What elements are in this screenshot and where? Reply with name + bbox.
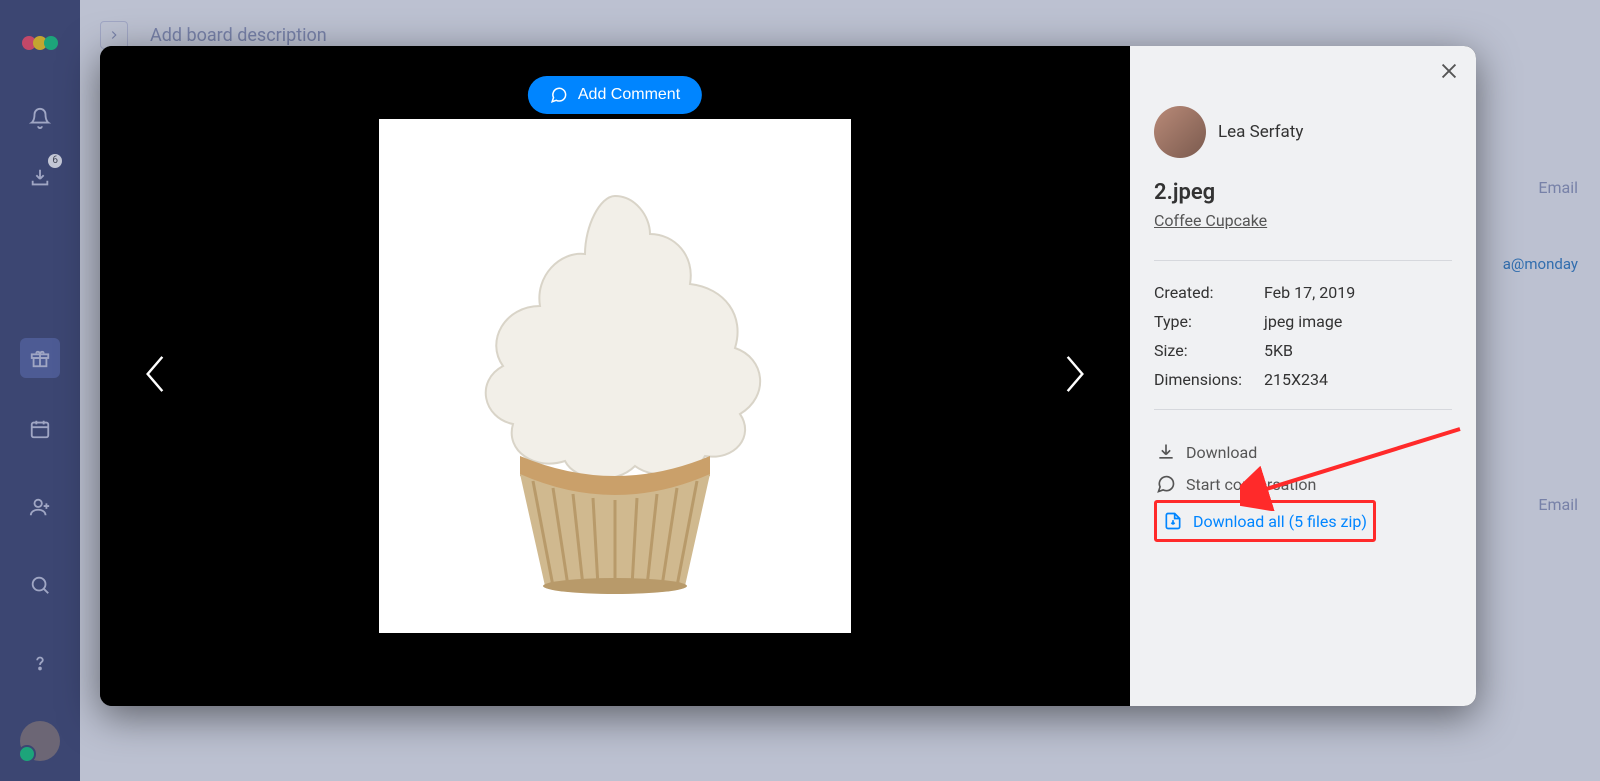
download-all-action[interactable]: Download all (5 files zip) bbox=[1161, 505, 1369, 537]
start-conversation-label: Start conversation bbox=[1186, 475, 1316, 494]
add-comment-button[interactable]: Add Comment bbox=[528, 76, 702, 114]
download-label: Download bbox=[1186, 443, 1257, 462]
chevron-right-icon bbox=[1060, 352, 1090, 396]
file-name: 2.jpeg bbox=[1154, 180, 1452, 205]
close-button[interactable] bbox=[1438, 60, 1460, 86]
inbox-badge: 6 bbox=[48, 154, 62, 168]
uploader-name: Lea Serfaty bbox=[1218, 122, 1303, 142]
start-conversation-action[interactable]: Start conversation bbox=[1154, 468, 1452, 500]
preview-area: Add Comment bbox=[100, 46, 1130, 706]
chevron-left-icon bbox=[140, 352, 170, 396]
next-button[interactable] bbox=[1060, 352, 1090, 400]
help-icon[interactable] bbox=[20, 643, 60, 683]
download-action[interactable]: Download bbox=[1154, 436, 1452, 468]
conversation-icon bbox=[1156, 474, 1176, 494]
divider bbox=[1154, 409, 1452, 410]
uploader-avatar[interactable] bbox=[1154, 106, 1206, 158]
add-comment-label: Add Comment bbox=[578, 86, 680, 104]
calendar-icon[interactable] bbox=[20, 409, 60, 449]
file-download-icon bbox=[1163, 511, 1183, 531]
comment-icon bbox=[550, 86, 568, 104]
notifications-icon[interactable] bbox=[20, 98, 60, 138]
annotation-highlight: Download all (5 files zip) bbox=[1154, 500, 1376, 542]
meta-created-value: Feb 17, 2019 bbox=[1264, 283, 1452, 302]
file-item-link[interactable]: Coffee Cupcake bbox=[1154, 211, 1267, 230]
gift-icon[interactable] bbox=[20, 338, 60, 378]
meta-size-label: Size: bbox=[1154, 341, 1264, 360]
meta-dim-value: 215X234 bbox=[1264, 370, 1452, 389]
user-avatar[interactable] bbox=[20, 721, 60, 761]
meta-type-label: Type: bbox=[1154, 312, 1264, 331]
file-metadata: Created: Feb 17, 2019 Type: jpeg image S… bbox=[1154, 283, 1452, 389]
meta-size-value: 5KB bbox=[1264, 341, 1452, 360]
app-logo bbox=[22, 22, 58, 58]
prev-button[interactable] bbox=[140, 352, 170, 400]
app-sidebar: 6 bbox=[0, 0, 80, 781]
uploader-row: Lea Serfaty bbox=[1154, 106, 1452, 158]
meta-type-value: jpeg image bbox=[1264, 312, 1452, 331]
meta-created-label: Created: bbox=[1154, 283, 1264, 302]
invite-icon[interactable] bbox=[20, 487, 60, 527]
download-all-label: Download all (5 files zip) bbox=[1193, 512, 1367, 531]
file-image bbox=[379, 119, 851, 633]
file-preview-modal: Add Comment bbox=[100, 46, 1476, 706]
email-cell[interactable]: a@monday bbox=[1503, 255, 1578, 273]
file-details-panel: Lea Serfaty 2.jpeg Coffee Cupcake Create… bbox=[1130, 46, 1476, 706]
divider bbox=[1154, 260, 1452, 261]
inbox-icon[interactable]: 6 bbox=[20, 158, 60, 198]
close-icon bbox=[1438, 60, 1460, 82]
column-label: Email bbox=[1538, 178, 1578, 197]
meta-dim-label: Dimensions: bbox=[1154, 370, 1264, 389]
collapse-toggle[interactable] bbox=[100, 21, 128, 49]
download-icon bbox=[1156, 442, 1176, 462]
search-icon[interactable] bbox=[20, 565, 60, 605]
board-description-placeholder[interactable]: Add board description bbox=[150, 25, 327, 46]
column-label: Email bbox=[1538, 495, 1578, 514]
